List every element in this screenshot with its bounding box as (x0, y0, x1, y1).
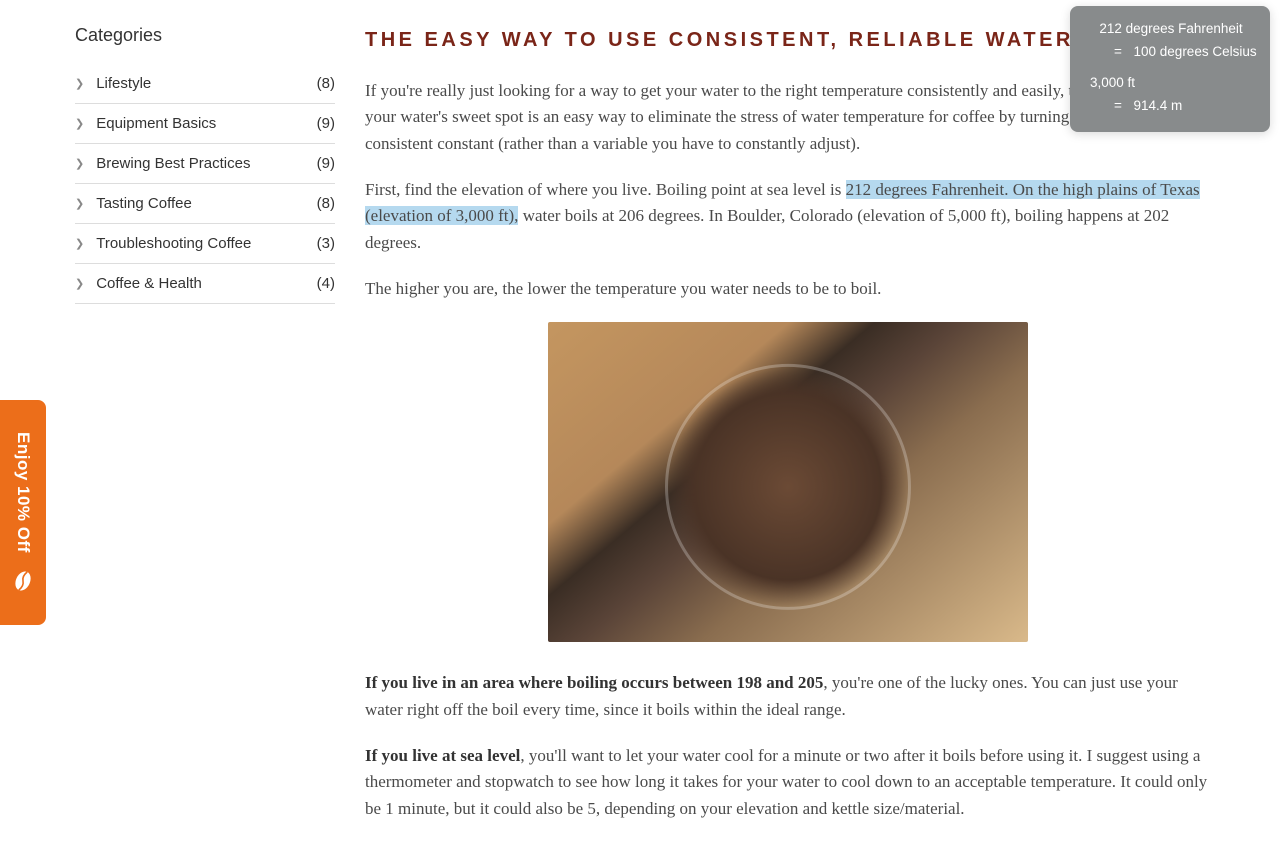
category-left: ❯ Equipment Basics (75, 115, 216, 132)
category-item-brewing[interactable]: ❯ Brewing Best Practices (9) (75, 144, 335, 184)
category-count: (3) (317, 235, 335, 252)
category-left: ❯ Lifestyle (75, 75, 151, 92)
bean-icon (7, 565, 39, 597)
category-item-tasting[interactable]: ❯ Tasting Coffee (8) (75, 184, 335, 224)
p2-pre: First, find the elevation of where you l… (365, 180, 846, 199)
category-count: (8) (317, 75, 335, 92)
sidebar: Categories ❯ Lifestyle (8) ❯ Equipment B… (75, 25, 335, 842)
p5-bold: If you live at sea level (365, 746, 520, 765)
paragraph-lucky: If you live in an area where boiling occ… (365, 670, 1210, 723)
category-left: ❯ Coffee & Health (75, 275, 202, 292)
promo-tab[interactable]: Enjoy 10% Off (0, 400, 46, 625)
coffee-pour-image (548, 322, 1028, 642)
chevron-right-icon: ❯ (75, 197, 84, 210)
article-content: THE EASY WAY TO USE CONSISTENT, RELIABLE… (365, 25, 1210, 842)
p4-bold: If you live in an area where boiling occ… (365, 673, 823, 692)
category-count: (9) (317, 155, 335, 172)
category-count: (9) (317, 115, 335, 132)
conversion-tooltip: 212 degrees Fahrenheit = 100 degrees Cel… (1070, 6, 1270, 132)
category-count: (4) (317, 275, 335, 292)
promo-label: Enjoy 10% Off (13, 432, 33, 553)
category-left: ❯ Tasting Coffee (75, 195, 192, 212)
chevron-right-icon: ❯ (75, 157, 84, 170)
category-left: ❯ Troubleshooting Coffee (75, 235, 251, 252)
category-label: Coffee & Health (96, 275, 202, 292)
tooltip-line3: 3,000 ft (1084, 72, 1258, 95)
category-label: Tasting Coffee (96, 195, 192, 212)
sidebar-title: Categories (75, 25, 335, 46)
paragraph-sealevel: If you live at sea level, you'll want to… (365, 743, 1210, 822)
category-label: Equipment Basics (96, 115, 216, 132)
chevron-right-icon: ❯ (75, 237, 84, 250)
category-count: (8) (317, 195, 335, 212)
category-label: Troubleshooting Coffee (96, 235, 251, 252)
category-list: ❯ Lifestyle (8) ❯ Equipment Basics (9) ❯… (75, 64, 335, 304)
chevron-right-icon: ❯ (75, 117, 84, 130)
tooltip-line4: = 914.4 m (1084, 95, 1258, 118)
chevron-right-icon: ❯ (75, 77, 84, 90)
category-item-equipment[interactable]: ❯ Equipment Basics (9) (75, 104, 335, 144)
category-label: Lifestyle (96, 75, 151, 92)
paragraph-higher: The higher you are, the lower the temper… (365, 276, 1210, 302)
tooltip-line2: = 100 degrees Celsius (1084, 41, 1258, 64)
category-item-troubleshooting[interactable]: ❯ Troubleshooting Coffee (3) (75, 224, 335, 264)
category-item-lifestyle[interactable]: ❯ Lifestyle (8) (75, 64, 335, 104)
category-label: Brewing Best Practices (96, 155, 250, 172)
category-left: ❯ Brewing Best Practices (75, 155, 250, 172)
paragraph-elevation: First, find the elevation of where you l… (365, 177, 1210, 256)
chevron-right-icon: ❯ (75, 277, 84, 290)
tooltip-line1: 212 degrees Fahrenheit (1084, 18, 1258, 41)
category-item-health[interactable]: ❯ Coffee & Health (4) (75, 264, 335, 304)
